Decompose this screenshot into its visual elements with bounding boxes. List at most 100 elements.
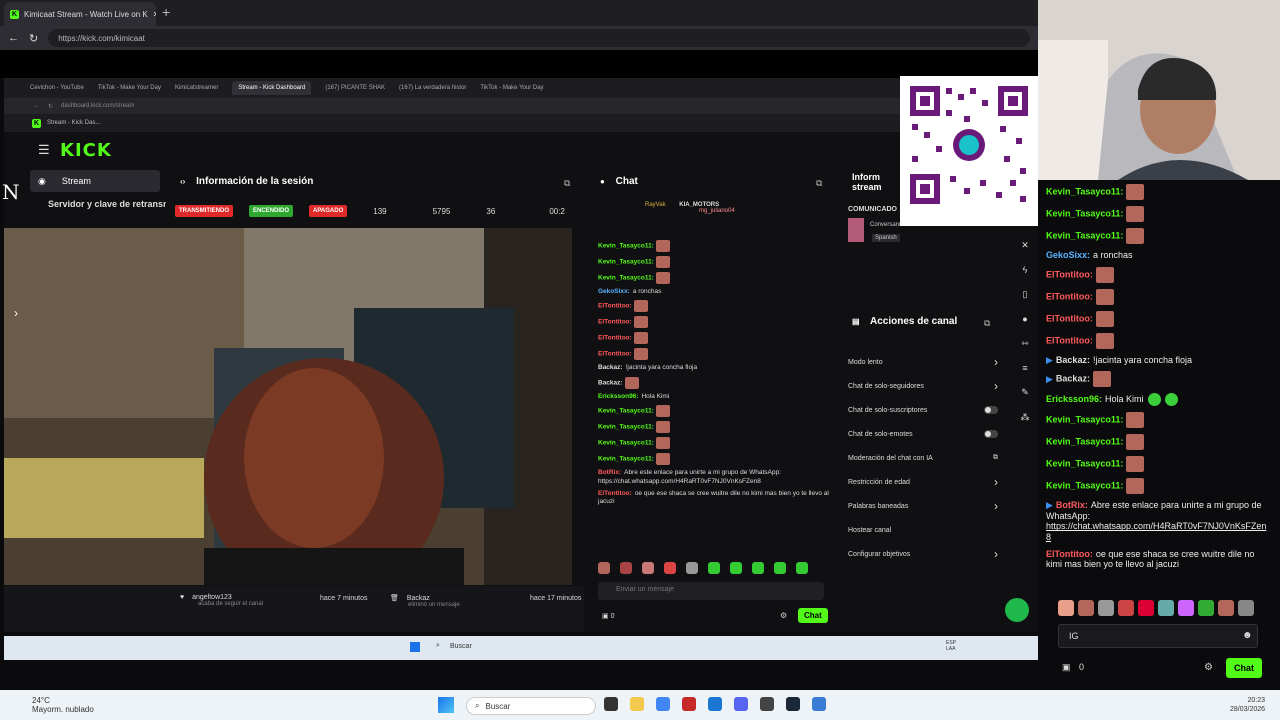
mid-chat-user[interactable]: ElTontitoo: bbox=[598, 490, 632, 497]
emote-icon[interactable] bbox=[598, 562, 610, 574]
reload-icon[interactable]: ↻ bbox=[29, 32, 38, 45]
wps-icon[interactable] bbox=[682, 697, 696, 711]
emote-icon[interactable] bbox=[664, 562, 676, 574]
channel-action-item[interactable]: Palabras baneadas › bbox=[848, 494, 998, 518]
weather-widget[interactable]: 24°C Mayorm. nublado bbox=[32, 696, 94, 714]
channel-action-item[interactable]: Modo lento › bbox=[848, 350, 998, 374]
overlay-chat-user[interactable]: ElTontitoo: bbox=[1046, 269, 1093, 279]
mid-chat-send-button[interactable]: Chat bbox=[798, 608, 828, 623]
external-link-icon[interactable]: ⧉ bbox=[993, 454, 998, 462]
emote-icon[interactable] bbox=[774, 562, 786, 574]
back-icon[interactable]: ← bbox=[8, 32, 19, 44]
actions-popout-icon[interactable]: ⧉ bbox=[984, 318, 990, 329]
overlay-chat-input[interactable]: IG bbox=[1058, 624, 1258, 648]
floating-action-button[interactable] bbox=[1005, 598, 1029, 622]
explorer-icon[interactable] bbox=[630, 697, 644, 711]
chevron-right-icon[interactable]: › bbox=[994, 475, 998, 489]
overlay-chat-user[interactable]: Backaz: bbox=[1056, 355, 1090, 365]
tool-link-icon[interactable]: ⇿ bbox=[1021, 338, 1029, 349]
overlay-chat-user[interactable]: Kevin_Tasayco11: bbox=[1046, 230, 1123, 240]
emote-icon[interactable] bbox=[1178, 600, 1194, 616]
overlay-chat-link[interactable]: https://chat.whatsapp.com/H4RaRT0vF7NJ0V… bbox=[1046, 521, 1270, 542]
chevron-right-icon[interactable]: › bbox=[994, 379, 998, 393]
windows-start-icon[interactable] bbox=[438, 697, 454, 713]
steam-icon[interactable] bbox=[786, 697, 800, 711]
menu-icon[interactable]: ☰ bbox=[38, 142, 50, 158]
overlay-chat-user[interactable]: ElTontitoo: bbox=[1046, 291, 1093, 301]
channel-action-item[interactable]: Restricción de edad › bbox=[848, 470, 998, 494]
mid-chat-user[interactable]: GekoSixx: bbox=[598, 288, 630, 295]
mid-chat-user[interactable]: ElTontitoo: bbox=[598, 335, 632, 342]
overlay-chat-button[interactable]: Chat bbox=[1226, 658, 1262, 678]
mid-chat-user[interactable]: Kevin_Tasayco11: bbox=[598, 456, 654, 463]
emote-icon[interactable] bbox=[620, 562, 632, 574]
panel-collapse-icon[interactable]: ‹› bbox=[180, 177, 185, 186]
emote-icon[interactable] bbox=[752, 562, 764, 574]
mid-chat-user[interactable]: ElTontitoo: bbox=[598, 319, 632, 326]
tool-bolt-icon[interactable]: ϟ bbox=[1023, 265, 1028, 275]
overlay-chat-user[interactable]: GekoSixx: bbox=[1046, 250, 1090, 260]
channel-action-item[interactable]: Hostear canal bbox=[848, 518, 998, 542]
os-search-box[interactable]: ⌕ Buscar bbox=[466, 697, 596, 715]
tool-wrench-icon[interactable]: ✎ bbox=[1021, 387, 1029, 398]
discord-icon[interactable] bbox=[734, 697, 748, 711]
emote-icon[interactable] bbox=[1078, 600, 1094, 616]
overlay-chat-user[interactable]: Kevin_Tasayco11: bbox=[1046, 437, 1123, 447]
mid-chat-user[interactable]: Kevin_Tasayco11: bbox=[598, 408, 654, 415]
channel-action-item[interactable]: Configurar objetivos › bbox=[848, 542, 998, 566]
edge-icon[interactable] bbox=[708, 697, 722, 711]
mid-chat-user[interactable]: Kevin_Tasayco11: bbox=[598, 243, 654, 250]
mid-chat-user[interactable]: ElTontitoo: bbox=[598, 351, 632, 358]
overlay-settings-icon[interactable]: ⚙ bbox=[1204, 662, 1213, 673]
os-clock[interactable]: 20:23 28/03/2026 bbox=[1230, 696, 1265, 714]
toggle-switch[interactable] bbox=[984, 406, 998, 414]
overlay-chat-user[interactable]: ElTontitoo: bbox=[1046, 335, 1093, 345]
close-tab-icon[interactable]: ✕ bbox=[153, 10, 156, 19]
emote-icon[interactable] bbox=[642, 562, 654, 574]
mid-chat-user[interactable]: ElTontitoo: bbox=[598, 303, 632, 310]
nav-server-key[interactable]: Servidor y clave de retransn bbox=[48, 199, 166, 209]
address-bar[interactable]: https://kick.com/kimicaat bbox=[48, 29, 1030, 47]
chevron-right-icon[interactable]: › bbox=[994, 355, 998, 369]
emote-icon[interactable] bbox=[1118, 600, 1134, 616]
emote-icon[interactable] bbox=[1198, 600, 1214, 616]
tool-doc-icon[interactable]: ▯ bbox=[1023, 289, 1028, 300]
new-tab-icon[interactable]: + bbox=[162, 4, 170, 20]
overlay-chat-user[interactable]: ElTontitoo: bbox=[1046, 549, 1093, 559]
chrome-icon[interactable] bbox=[656, 697, 670, 711]
emote-icon[interactable] bbox=[1138, 600, 1154, 616]
overlay-chat-user[interactable]: Ericksson96: bbox=[1046, 394, 1102, 404]
calculator-icon[interactable] bbox=[812, 697, 826, 711]
overlay-chat-user[interactable]: Kevin_Tasayco11: bbox=[1046, 481, 1123, 491]
obs-icon[interactable] bbox=[760, 697, 774, 711]
mid-chat-user[interactable]: Kevin_Tasayco11: bbox=[598, 440, 654, 447]
overlay-chat-user[interactable]: Kevin_Tasayco11: bbox=[1046, 186, 1123, 196]
channel-action-item[interactable]: Chat de solo-suscriptores bbox=[848, 398, 998, 422]
overlay-chat-user[interactable]: Backaz: bbox=[1056, 374, 1090, 384]
chat-popout-icon[interactable]: ⧉ bbox=[816, 178, 822, 189]
chevron-right-icon[interactable]: › bbox=[994, 499, 998, 513]
emote-icon[interactable] bbox=[1098, 600, 1114, 616]
mid-chat-user[interactable]: BotRix: bbox=[598, 469, 621, 476]
emote-icon[interactable] bbox=[1158, 600, 1174, 616]
mid-chat-user[interactable]: Backaz: bbox=[598, 364, 623, 371]
prev-arrow-icon[interactable]: › bbox=[14, 306, 18, 320]
channel-action-item[interactable]: Chat de solo-seguidores › bbox=[848, 374, 998, 398]
emote-icon[interactable] bbox=[1058, 600, 1074, 616]
mid-chat-user[interactable]: Kevin_Tasayco11: bbox=[598, 275, 654, 282]
overlay-chat-user[interactable]: ElTontitoo: bbox=[1046, 313, 1093, 323]
emote-icon[interactable] bbox=[796, 562, 808, 574]
channel-action-item[interactable]: Moderación del chat con IA ⧉ bbox=[848, 446, 998, 470]
tool-close-icon[interactable]: ✕ bbox=[1021, 240, 1029, 251]
overlay-emoji-icon[interactable]: ☻ bbox=[1242, 630, 1253, 641]
tool-chat-icon[interactable]: ● bbox=[1022, 314, 1027, 324]
mid-chat-user[interactable]: Backaz: bbox=[598, 380, 623, 387]
nav-stream[interactable]: ◉ Stream bbox=[30, 170, 160, 192]
channel-action-item[interactable]: Chat de solo-emotes bbox=[848, 422, 998, 446]
emote-icon[interactable] bbox=[1238, 600, 1254, 616]
chevron-right-icon[interactable]: › bbox=[994, 547, 998, 561]
overlay-chat-user[interactable]: Kevin_Tasayco11: bbox=[1046, 459, 1123, 469]
mid-chat-user[interactable]: Kevin_Tasayco11: bbox=[598, 259, 654, 266]
mid-settings-icon[interactable]: ⚙ bbox=[780, 611, 787, 620]
emote-icon[interactable] bbox=[730, 562, 742, 574]
